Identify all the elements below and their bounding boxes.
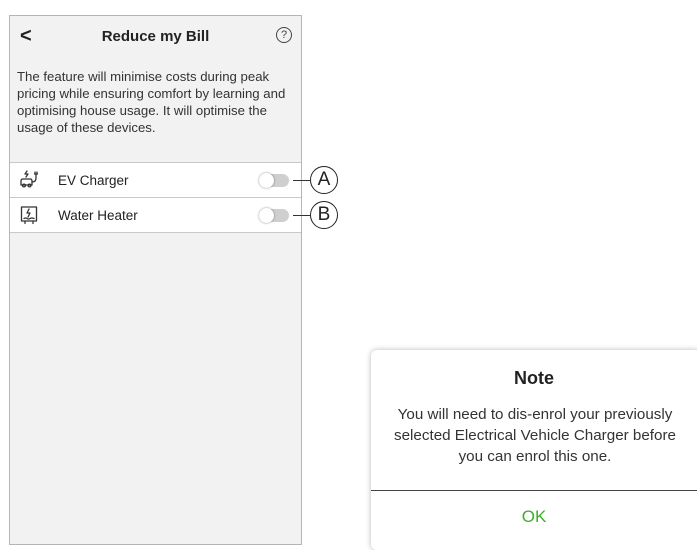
feature-description: The feature will minimise costs during p…	[17, 69, 286, 135]
help-icon[interactable]: ?	[276, 27, 292, 43]
app-screen: < Reduce my Bill ? The feature will mini…	[9, 15, 302, 545]
device-label-ev-charger: EV Charger	[58, 173, 129, 188]
toggle-knob	[259, 208, 274, 223]
water-heater-icon	[19, 205, 39, 225]
ev-charger-icon	[19, 170, 39, 190]
dialog-divider	[371, 490, 697, 491]
header: < Reduce my Bill ?	[10, 16, 301, 60]
device-label-water-heater: Water Heater	[58, 208, 138, 223]
dialog-title: Note	[514, 368, 554, 388]
note-dialog: Note You will need to dis-enrol your pre…	[371, 350, 697, 550]
callout-line-b	[293, 215, 310, 216]
device-row-ev-charger: EV Charger	[10, 163, 301, 198]
toggle-knob	[259, 173, 274, 188]
dialog-message: You will need to dis-enrol your previous…	[394, 406, 676, 465]
device-list: EV Charger Water Heater	[10, 162, 301, 233]
callout-b: B	[310, 201, 338, 229]
device-row-water-heater: Water Heater	[10, 198, 301, 233]
water-heater-toggle[interactable]	[259, 208, 289, 223]
ev-charger-toggle[interactable]	[259, 173, 289, 188]
callout-a: A	[310, 166, 338, 194]
page-title: Reduce my Bill	[101, 28, 210, 45]
ok-button[interactable]: OK	[371, 507, 697, 527]
callout-line-a	[293, 180, 310, 181]
